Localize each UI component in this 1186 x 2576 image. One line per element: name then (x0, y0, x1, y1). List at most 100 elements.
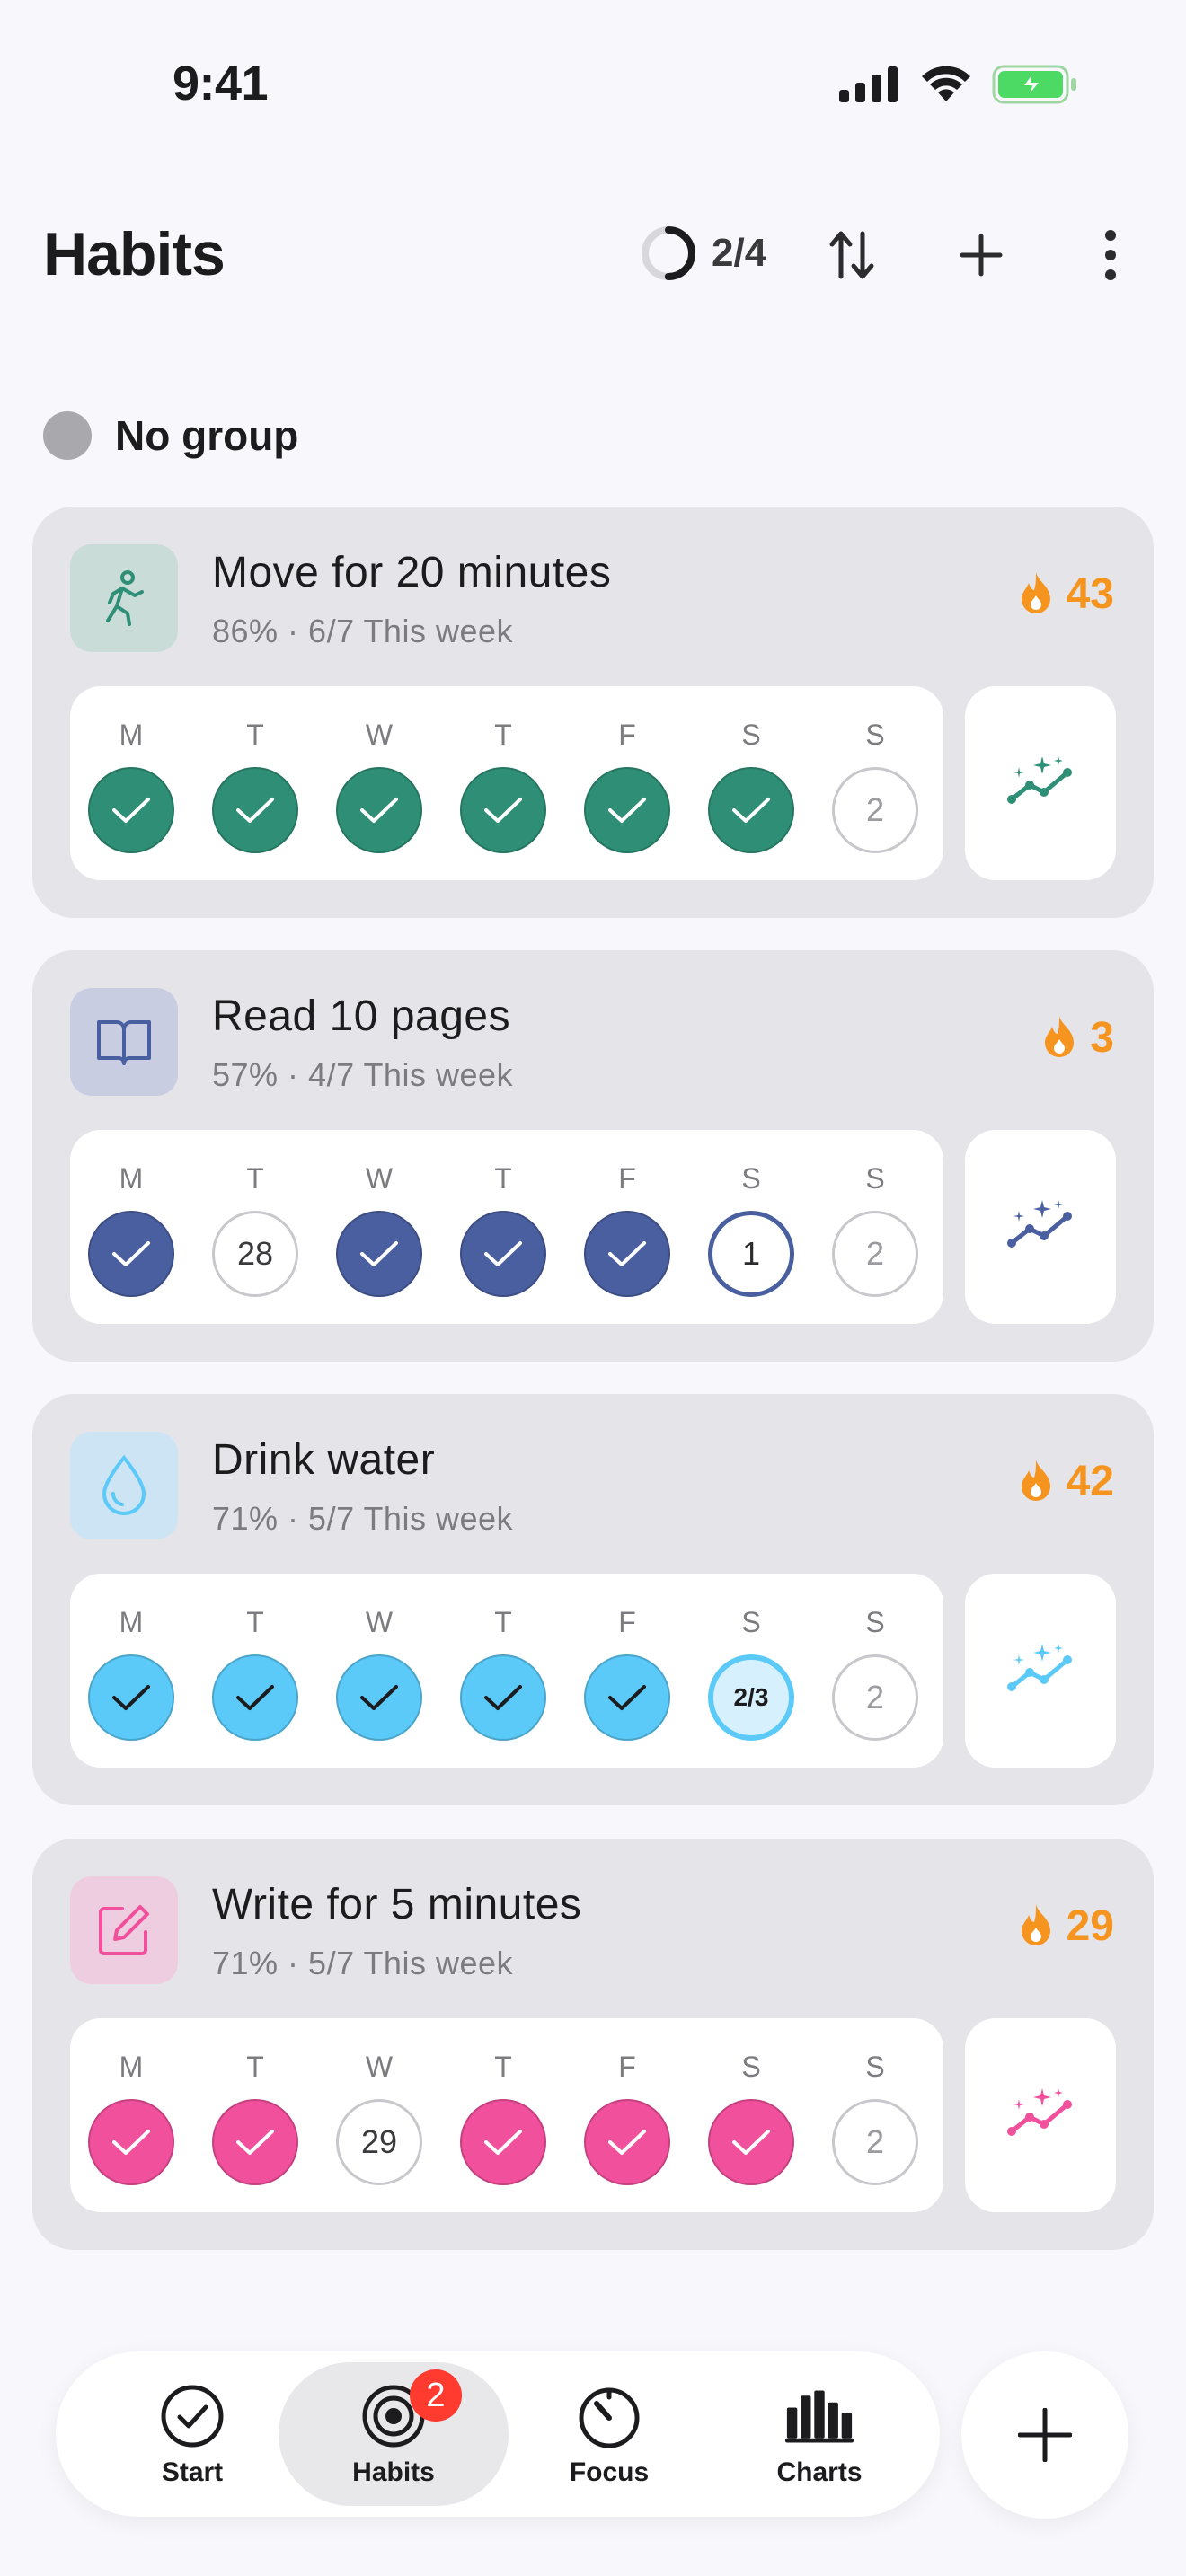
tab-habits[interactable]: 2 Habits (279, 2362, 509, 2506)
habit-card[interactable]: Drink water 71% · 5/7 This week 42 M T W… (32, 1394, 1154, 1805)
day-check-button[interactable] (584, 1654, 670, 1741)
week-tracker: M T 28 W T F S 1 S 2 (70, 1130, 943, 1324)
day-check-button[interactable]: 28 (212, 1211, 298, 1297)
habit-card[interactable]: Read 10 pages 57% · 4/7 This week 3 M T … (32, 950, 1154, 1362)
day-check-button[interactable]: 2 (832, 1211, 918, 1297)
day-check-button[interactable]: 2 (832, 1654, 918, 1741)
day-check-button[interactable] (460, 2099, 546, 2185)
plus-icon (1018, 2408, 1072, 2462)
check-circle-icon (158, 2382, 226, 2450)
day-column: S (706, 2018, 796, 2212)
day-check-button[interactable] (212, 767, 298, 853)
day-column: T 28 (210, 1130, 300, 1324)
habit-chart-button[interactable] (965, 686, 1116, 880)
day-column: S 2 (830, 1574, 920, 1768)
tab-start[interactable]: Start (77, 2362, 307, 2506)
checkmark-icon (236, 2130, 274, 2155)
day-column: T (210, 686, 300, 880)
water-drop-icon (70, 1432, 178, 1539)
daily-progress[interactable]: 2/4 (640, 225, 766, 282)
sort-button[interactable] (821, 225, 882, 286)
day-check-button[interactable] (88, 1211, 174, 1297)
day-check-button[interactable] (708, 767, 794, 853)
day-check-button[interactable] (336, 1654, 422, 1741)
day-check-button[interactable] (88, 2099, 174, 2185)
habit-stats: 57% · 4/7 This week (212, 1056, 513, 1093)
add-fab-button[interactable] (961, 2351, 1128, 2519)
day-check-button[interactable] (212, 2099, 298, 2185)
more-vertical-icon (1105, 230, 1116, 280)
day-check-button[interactable]: 2 (832, 767, 918, 853)
day-check-button[interactable] (584, 1211, 670, 1297)
day-column: T (210, 1574, 300, 1768)
group-header[interactable]: No group (43, 411, 298, 460)
streak-counter: 42 (1018, 1457, 1114, 1506)
habit-stats: 86% · 6/7 This week (212, 613, 513, 649)
streak-count: 29 (1066, 1902, 1114, 1950)
sparkle-chart-icon (1006, 2086, 1075, 2145)
day-letter: S (865, 1162, 885, 1195)
more-menu-button[interactable] (1080, 225, 1141, 286)
habit-card[interactable]: Write for 5 minutes 71% · 5/7 This week … (32, 1839, 1154, 2250)
habit-chart-button[interactable] (965, 1130, 1116, 1324)
progress-text: 2/4 (712, 231, 767, 275)
progress-ring-icon (642, 226, 695, 280)
day-check-button[interactable]: 2 (832, 2099, 918, 2185)
day-letter: W (365, 719, 394, 751)
day-check-button[interactable] (460, 1654, 546, 1741)
day-check-button[interactable]: 1 (708, 1211, 794, 1297)
day-column: T (458, 1130, 548, 1324)
sparkle-chart-icon (1006, 1198, 1075, 1257)
add-habit-button[interactable] (951, 225, 1012, 286)
habit-chart-button[interactable] (965, 2018, 1116, 2212)
day-check-button[interactable] (584, 767, 670, 853)
checkmark-icon (484, 1685, 522, 1710)
day-check-button[interactable] (460, 767, 546, 853)
day-column: S 2 (830, 686, 920, 880)
day-column: F (582, 1130, 672, 1324)
day-letter: W (365, 1606, 394, 1638)
streak-counter: 29 (1018, 1901, 1114, 1951)
day-check-button[interactable] (708, 2099, 794, 2185)
day-letter: M (119, 1162, 144, 1195)
group-label: No group (115, 412, 299, 459)
week-tracker: M T W 29 T F S S 2 (70, 2018, 943, 2212)
day-letter: W (365, 2051, 394, 2083)
day-check-button[interactable] (460, 1211, 546, 1297)
day-column: S (706, 686, 796, 880)
running-person-icon (70, 544, 178, 652)
tab-charts-label: Charts (776, 2457, 863, 2487)
checkmark-icon (484, 2130, 522, 2155)
streak-counter: 43 (1018, 569, 1114, 619)
day-check-button[interactable] (88, 767, 174, 853)
checkmark-icon (112, 2130, 150, 2155)
checkmark-icon (112, 798, 150, 823)
checkmark-icon (608, 1685, 646, 1710)
day-letter: T (494, 719, 512, 751)
day-letter: F (618, 2051, 636, 2083)
day-check-button[interactable]: 29 (336, 2099, 422, 2185)
open-book-icon (70, 988, 178, 1096)
checkmark-icon (484, 1241, 522, 1266)
tab-charts[interactable]: Charts (704, 2362, 934, 2506)
day-check-button[interactable] (212, 1654, 298, 1741)
day-column: T (458, 1574, 548, 1768)
day-letter: S (865, 1606, 885, 1638)
day-check-button[interactable] (88, 1654, 174, 1741)
day-letter: T (246, 719, 264, 751)
sort-arrows-icon (829, 231, 874, 279)
habit-chart-button[interactable] (965, 1574, 1116, 1768)
day-letter: S (741, 2051, 761, 2083)
tab-focus[interactable]: Focus (494, 2362, 724, 2506)
day-check-button[interactable] (336, 767, 422, 853)
habit-card[interactable]: Move for 20 minutes 86% · 6/7 This week … (32, 507, 1154, 918)
week-tracker: M T W T (70, 1574, 943, 1768)
day-check-button[interactable] (584, 2099, 670, 2185)
checkmark-icon (732, 798, 770, 823)
day-column: T (210, 2018, 300, 2212)
checkmark-icon (360, 1241, 398, 1266)
day-check-button[interactable]: 2/3 (708, 1654, 794, 1741)
day-check-button[interactable] (336, 1211, 422, 1297)
habit-stats: 71% · 5/7 This week (212, 1945, 513, 1981)
day-letter: T (246, 2051, 264, 2083)
